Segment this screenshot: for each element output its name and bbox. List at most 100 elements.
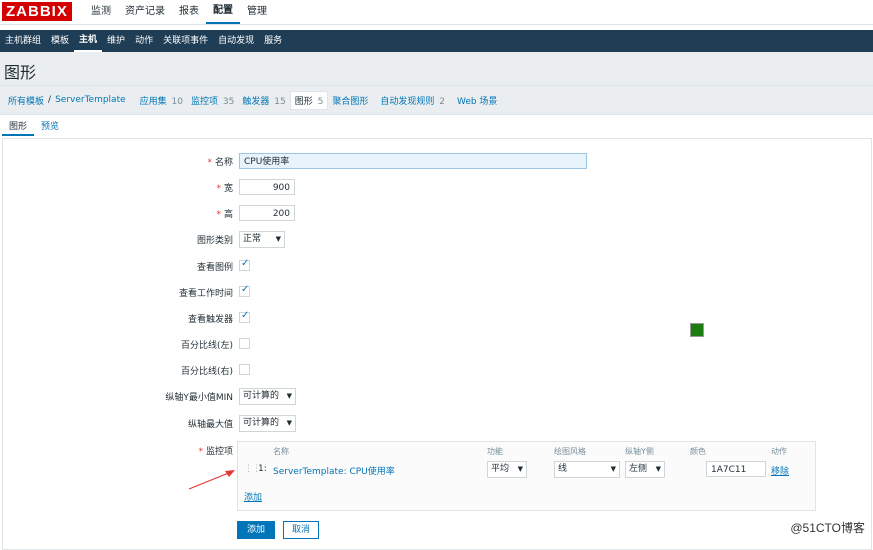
add-item-link[interactable]: 添加 <box>244 490 262 503</box>
item-function-value: 平均 <box>491 464 510 474</box>
items-label: 监控项 <box>191 96 219 107</box>
breadcrumb-applications[interactable]: 应用集 10 <box>136 94 187 107</box>
items-count: 35 <box>222 96 235 107</box>
top-menu-reports[interactable]: 报表 <box>172 0 206 24</box>
breadcrumb-web-scenarios[interactable]: Web 场景 <box>453 94 501 107</box>
discovery-count: 2 <box>439 96 445 107</box>
ymax-label: 纵轴最大值 <box>187 420 233 430</box>
top-menu: 监测 资产记录 报表 配置 管理 <box>84 0 274 24</box>
chevron-down-icon: ▼ <box>517 465 523 473</box>
applications-count: 10 <box>171 96 183 107</box>
top-bar: ZABBIX 监测 资产记录 报表 配置 管理 <box>0 0 873 25</box>
show-triggers-label: 查看触发器 <box>187 315 233 325</box>
show-work-period-label: 查看工作时间 <box>178 289 233 299</box>
triggers-label: 触发器 <box>242 96 270 107</box>
checkmark-icon: ✓ <box>241 258 250 269</box>
top-menu-monitoring[interactable]: 监测 <box>84 0 118 24</box>
sub-menu-actions[interactable]: 动作 <box>130 30 158 52</box>
height-input[interactable]: 200 <box>239 205 295 221</box>
checkmark-icon: ✓ <box>241 284 250 295</box>
column-header-draw-style: 绘图风格 <box>554 447 586 456</box>
chevron-down-icon: ▼ <box>286 392 292 400</box>
ymax-value: 可计算的 <box>243 418 280 428</box>
tab-graph[interactable]: 图形 <box>2 118 35 136</box>
top-menu-configuration[interactable]: 配置 <box>206 0 240 24</box>
chevron-down-icon: ▼ <box>610 465 616 473</box>
form-tabs: 图形 预览 <box>2 118 66 136</box>
item-draw-style-select[interactable]: 线 ▼ <box>554 461 620 478</box>
breadcrumb-discovery-rules[interactable]: 自动发现规则 2 <box>376 94 449 107</box>
title-bar: 图形 <box>0 52 873 86</box>
page-title: 图形 <box>4 65 37 82</box>
name-label-text: 名称 <box>214 158 233 168</box>
ymin-value: 可计算的 <box>243 391 280 401</box>
discovery-label: 自动发现规则 <box>380 96 435 107</box>
ymin-select[interactable]: 可计算的 ▼ <box>239 388 296 405</box>
graph-type-select[interactable]: 正常 ▼ <box>239 231 285 248</box>
graph-form: * 名称 CPU使用率 * 宽 900 * 高 200 图形类别 正常 ▼ 查看图例 ✓… <box>2 138 872 550</box>
required-marker: * <box>216 210 221 220</box>
width-label: * 宽 <box>216 181 233 194</box>
sub-menu-hosts[interactable]: 主机 <box>74 30 103 52</box>
item-y-axis-select[interactable]: 左侧 ▼ <box>625 461 665 478</box>
item-y-axis-value: 左侧 <box>629 464 648 474</box>
item-function-select[interactable]: 平均 ▼ <box>487 461 527 478</box>
show-legend-label: 查看图例 <box>196 263 233 273</box>
required-marker: * <box>207 158 212 168</box>
height-label-text: 高 <box>223 210 233 220</box>
required-marker: * <box>198 447 203 457</box>
show-legend-checkbox[interactable]: ✓ <box>239 258 250 271</box>
sub-menu-maintenance[interactable]: 维护 <box>102 30 130 52</box>
breadcrumb-items[interactable]: 监控项 35 <box>187 94 238 107</box>
zabbix-logo[interactable]: ZABBIX <box>2 2 72 21</box>
top-menu-inventory[interactable]: 资产记录 <box>118 0 172 24</box>
show-work-period-checkbox[interactable]: ✓ <box>239 284 250 297</box>
sub-menu-templates[interactable]: 模板 <box>46 30 74 52</box>
item-remove-link[interactable]: 移除 <box>771 464 789 477</box>
sub-menu-discovery[interactable]: 自动发现 <box>213 30 259 52</box>
name-input[interactable]: CPU使用率 <box>239 153 587 169</box>
breadcrumb-screens[interactable]: 聚合图形 <box>328 94 372 107</box>
column-header-function: 功能 <box>487 447 503 456</box>
triggers-count: 15 <box>274 96 286 107</box>
sub-menu-bar: 主机群组 模板 主机 维护 动作 关联项事件 自动发现 服务 <box>0 30 873 52</box>
height-label: * 高 <box>216 207 233 220</box>
sub-menu-services[interactable]: 服务 <box>259 30 287 52</box>
item-name-link[interactable]: ServerTemplate: CPU使用率 <box>273 464 395 477</box>
graphs-count: 5 <box>317 96 324 107</box>
percentile-left-checkbox[interactable] <box>239 338 250 349</box>
width-label-text: 宽 <box>223 184 233 194</box>
top-menu-administration[interactable]: 管理 <box>240 0 274 24</box>
breadcrumb-graphs[interactable]: 图形 5 <box>289 90 329 110</box>
ymax-select[interactable]: 可计算的 ▼ <box>239 415 296 432</box>
tab-preview[interactable]: 预览 <box>34 118 66 136</box>
chevron-down-icon: ▼ <box>286 419 292 427</box>
item-index: 1: <box>258 464 267 474</box>
breadcrumb-triggers[interactable]: 触发器 15 <box>238 94 289 107</box>
item-color-input[interactable]: 1A7C11 <box>706 461 766 477</box>
sub-menu-correlation[interactable]: 关联项事件 <box>158 30 213 52</box>
items-field-label-text: 监控项 <box>205 447 233 457</box>
cancel-button[interactable]: 取消 <box>283 521 319 539</box>
chevron-down-icon: ▼ <box>275 235 281 243</box>
sub-menu-host-groups[interactable]: 主机群组 <box>0 30 46 52</box>
graph-type-label: 图形类别 <box>196 236 233 246</box>
add-button[interactable]: 添加 <box>237 521 275 539</box>
show-triggers-checkbox[interactable]: ✓ <box>239 310 250 323</box>
column-header-name: 名称 <box>273 447 289 456</box>
percentile-left-label: 百分比线(左) <box>180 341 233 351</box>
percentile-right-label: 百分比线(右) <box>180 367 233 377</box>
breadcrumb-template[interactable]: ServerTemplate <box>51 95 130 105</box>
breadcrumb-all-templates[interactable]: 所有模板 <box>4 94 48 107</box>
percentile-right-checkbox[interactable] <box>239 364 250 375</box>
watermark: @51CTO博客 <box>790 521 865 535</box>
breadcrumb: 所有模板 / ServerTemplate 应用集 10 监控项 35 触发器 … <box>0 86 873 115</box>
ymin-label: 纵轴Y最小值MIN <box>165 393 233 403</box>
red-arrow-annotation <box>188 470 235 490</box>
column-header-color: 颜色 <box>690 447 706 456</box>
item-draw-style-value: 线 <box>558 464 568 474</box>
graph-items-table: 名称 功能 绘图风格 纵轴Y侧 颜色 动作 ⋮⋮ 1: ServerTempla… <box>237 441 816 511</box>
column-header-y-axis: 纵轴Y侧 <box>625 447 654 456</box>
item-color-swatch[interactable] <box>690 323 704 337</box>
width-input[interactable]: 900 <box>239 179 295 195</box>
